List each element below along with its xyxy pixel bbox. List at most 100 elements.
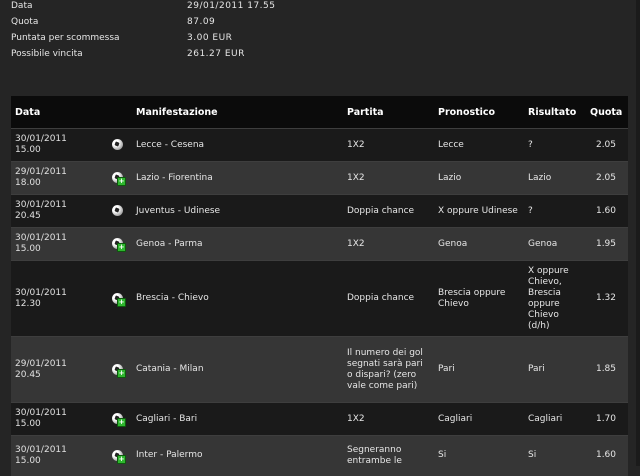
cell-risultato: Lazio (524, 161, 586, 195)
summary-label: Quota (11, 17, 39, 27)
soccer-ball-plus-icon: + (112, 363, 126, 378)
cell-date: 30/01/2011 15.00 (11, 128, 103, 162)
cell-quota: 2.05 (586, 128, 628, 162)
cell-partita: 1X2 (343, 402, 434, 436)
cell-date: 30/01/2011 20.45 (11, 194, 103, 228)
cell-manifestazione: Genoa - Parma (132, 227, 343, 261)
cell-icon: + (103, 435, 132, 476)
cell-icon: + (103, 336, 132, 403)
cell-manifestazione: Inter - Palermo (132, 435, 343, 476)
cell-pronostico: Genoa (434, 227, 524, 261)
cell-quota: 1.70 (586, 402, 628, 436)
cell-quota: 1.60 (586, 435, 628, 476)
scrollbar[interactable] (636, 0, 640, 466)
date-text: 30/01/2011 (15, 408, 67, 418)
table-row: 30/01/2011 15.00 + Inter - Palermo Segnerann… (11, 435, 628, 476)
cell-icon (103, 194, 132, 228)
summary-row-vincita: Possibile vincita 261.27 EUR (11, 48, 631, 64)
soccer-ball-plus-icon: + (112, 172, 126, 186)
bets-table: Data Manifestazione Partita Pronostico R… (11, 96, 628, 476)
summary-label: Puntata per scommessa (11, 33, 120, 43)
cell-pronostico: X oppure Udinese (434, 194, 524, 228)
cell-partita: Segneranno entrambe le (343, 435, 434, 476)
cell-pronostico: Cagliari (434, 402, 524, 436)
table-row: 29/01/2011 18.00 + Lazio - Fiorentina 1X2 Laz… (11, 161, 628, 195)
cell-risultato: ? (524, 128, 586, 162)
cell-risultato: ? (524, 194, 586, 228)
cell-pronostico: Brescia oppure Chievo (434, 260, 524, 337)
date-text: 30/01/2011 (15, 287, 67, 298)
table-row: 30/01/2011 12.30 + Brescia - Chievo Doppia c… (11, 260, 628, 337)
cell-risultato: Cagliari (524, 402, 586, 436)
cell-date: 30/01/2011 15.00 (11, 227, 103, 261)
date-text: 30/01/2011 (15, 444, 67, 455)
summary-value: 261.27 EUR (187, 49, 245, 59)
soccer-ball-plus-icon: + (112, 413, 126, 427)
soccer-ball-icon (112, 205, 123, 216)
header-partita: Partita (343, 96, 434, 129)
soccer-ball-icon (112, 139, 123, 150)
cell-pronostico: Lecce (434, 128, 524, 162)
cell-partita: Doppia chance (343, 194, 434, 228)
cell-date: 30/01/2011 15.00 (11, 402, 103, 436)
cell-pronostico: Pari (434, 336, 524, 403)
cell-risultato: Pari (524, 336, 586, 403)
summary-label: Data (11, 1, 33, 11)
summary-value: 87.09 (187, 17, 216, 27)
summary-value: 3.00 EUR (187, 33, 233, 43)
cell-risultato: Si (524, 435, 586, 476)
table-header-row: Data Manifestazione Partita Pronostico R… (11, 96, 628, 129)
cell-manifestazione: Catania - Milan (132, 336, 343, 403)
cell-date: 30/01/2011 12.30 (11, 260, 103, 337)
time-text: 12.30 (15, 298, 41, 309)
time-text: 15.00 (15, 455, 41, 466)
time-text: 15.00 (15, 145, 41, 155)
cell-quota: 1.85 (586, 336, 628, 403)
cell-manifestazione: Cagliari - Bari (132, 402, 343, 436)
time-text: 18.00 (15, 178, 41, 188)
cell-partita: Il numero dei gol segnati sarà pari o di… (343, 336, 434, 403)
time-text: 20.45 (15, 211, 41, 221)
cell-manifestazione: Lazio - Fiorentina (132, 161, 343, 195)
cell-icon (103, 128, 132, 162)
date-text: 30/01/2011 (15, 200, 67, 210)
table-row: 30/01/2011 15.00 + Cagliari - Bari 1X2 Caglia… (11, 402, 628, 436)
date-text: 30/01/2011 (15, 233, 67, 243)
cell-risultato: Genoa (524, 227, 586, 261)
cell-manifestazione: Brescia - Chievo (132, 260, 343, 337)
table-row: 30/01/2011 20.45 Juventus - Udinese Doppia … (11, 194, 628, 228)
cell-quota: 1.60 (586, 194, 628, 228)
summary-row-puntata: Puntata per scommessa 3.00 EUR (11, 32, 631, 48)
cell-date: 30/01/2011 15.00 (11, 435, 103, 476)
date-text: 30/01/2011 (15, 134, 67, 144)
time-text: 15.00 (15, 419, 41, 429)
date-text: 29/01/2011 (15, 358, 67, 369)
soccer-ball-plus-icon: + (112, 449, 126, 464)
summary-row-quota: Quota 87.09 (11, 16, 631, 32)
cell-manifestazione: Lecce - Cesena (132, 128, 343, 162)
date-text: 29/01/2011 (15, 167, 67, 177)
header-risultato: Risultato (524, 96, 586, 129)
table-row: 29/01/2011 20.45 + Catania - Milan Il numero… (11, 336, 628, 403)
cell-icon: + (103, 227, 132, 261)
summary-value: 29/01/2011 17.55 (187, 1, 276, 11)
cell-date: 29/01/2011 18.00 (11, 161, 103, 195)
header-quota: Quota (586, 96, 628, 129)
cell-pronostico: Si (434, 435, 524, 476)
cell-quota: 1.95 (586, 227, 628, 261)
summary-row-data: Data 29/01/2011 17.55 (11, 0, 631, 16)
soccer-ball-plus-icon: + (112, 292, 126, 307)
summary-label: Possibile vincita (11, 49, 83, 59)
cell-pronostico: Lazio (434, 161, 524, 195)
cell-quota: 2.05 (586, 161, 628, 195)
time-text: 15.00 (15, 244, 41, 254)
cell-icon: + (103, 260, 132, 337)
cell-partita: 1X2 (343, 161, 434, 195)
header-pronostico: Pronostico (434, 96, 524, 129)
table-row: 30/01/2011 15.00 + Genoa - Parma 1X2 Genoa Gen… (11, 227, 628, 261)
cell-manifestazione: Juventus - Udinese (132, 194, 343, 228)
soccer-ball-plus-icon: + (112, 238, 126, 252)
cell-quota: 1.32 (586, 260, 628, 337)
cell-partita: 1X2 (343, 128, 434, 162)
cell-partita: Doppia chance (343, 260, 434, 337)
